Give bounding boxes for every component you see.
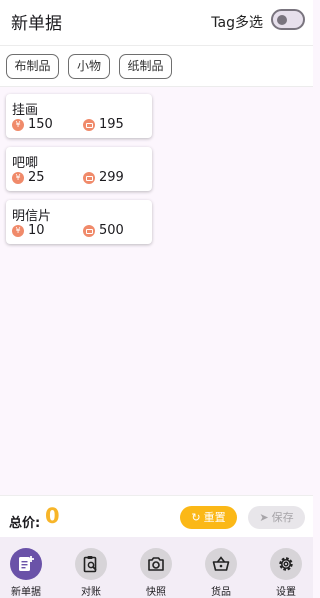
reconcile-icon	[75, 548, 107, 580]
reset-label: 重置	[203, 511, 226, 524]
nav-new-order[interactable]: 新单据	[0, 537, 57, 598]
nav-reconcile[interactable]: 对账	[60, 537, 122, 598]
item-card[interactable]: 明信片 ¥ 10 500	[6, 200, 152, 244]
inventory-icon	[83, 119, 95, 131]
gear-icon	[270, 548, 302, 580]
tag-filter-bar: 布制品 小物 纸制品	[0, 46, 313, 87]
total-label: 总价:	[9, 516, 41, 531]
send-icon: ➤	[259, 511, 269, 524]
tag-chip[interactable]: 纸制品	[119, 54, 172, 79]
reset-button[interactable]: ↻ 重置	[180, 506, 237, 529]
item-name: 明信片	[12, 209, 52, 224]
nav-label: 快照	[146, 587, 166, 598]
inventory-icon	[83, 172, 95, 184]
app-bar: 新单据 Tag多选	[0, 0, 313, 46]
tag-multi-label: Tag多选	[211, 15, 263, 31]
yen-icon: ¥	[12, 119, 24, 131]
total-value: 0	[45, 504, 60, 528]
yen-icon: ¥	[12, 172, 24, 184]
nav-label: 货品	[211, 587, 231, 598]
page-title: 新单据	[11, 14, 62, 34]
item-list: 挂画 ¥ 150 195 吧唧 ¥ 25 299 明信片 ¥ 10 500	[0, 87, 313, 495]
tag-multi-toggle[interactable]	[271, 9, 305, 30]
nav-settings[interactable]: 设置	[255, 537, 317, 598]
save-label: 保存	[271, 511, 294, 524]
refresh-icon: ↻	[191, 511, 201, 524]
item-stock: 500	[99, 223, 124, 238]
item-stock: 195	[99, 117, 124, 132]
item-card[interactable]: 吧唧 ¥ 25 299	[6, 147, 152, 191]
nav-label: 新单据	[11, 587, 41, 598]
inventory-icon	[83, 225, 95, 237]
nav-label: 对账	[81, 587, 101, 598]
camera-icon	[140, 548, 172, 580]
nav-snapshot[interactable]: 快照	[125, 537, 187, 598]
tag-chip[interactable]: 布制品	[6, 54, 59, 79]
new-order-icon	[10, 548, 42, 580]
toggle-knob	[277, 14, 287, 25]
save-button[interactable]: ➤ 保存	[248, 506, 305, 529]
nav-label: 设置	[276, 587, 296, 598]
bottom-nav: 新单据 对账 快照 货品 设置	[0, 537, 313, 598]
tag-chip[interactable]: 小物	[68, 54, 110, 79]
yen-icon: ¥	[12, 225, 24, 237]
item-name: 吧唧	[12, 156, 39, 171]
item-name: 挂画	[12, 103, 39, 118]
item-stock: 299	[99, 170, 124, 185]
item-price: 150	[28, 117, 53, 132]
nav-goods[interactable]: 货品	[190, 537, 252, 598]
item-price: 25	[28, 170, 45, 185]
total-bar: 总价: 0 ↻ 重置 ➤ 保存	[0, 495, 313, 537]
basket-icon	[205, 548, 237, 580]
item-card[interactable]: 挂画 ¥ 150 195	[6, 94, 152, 138]
item-price: 10	[28, 223, 45, 238]
